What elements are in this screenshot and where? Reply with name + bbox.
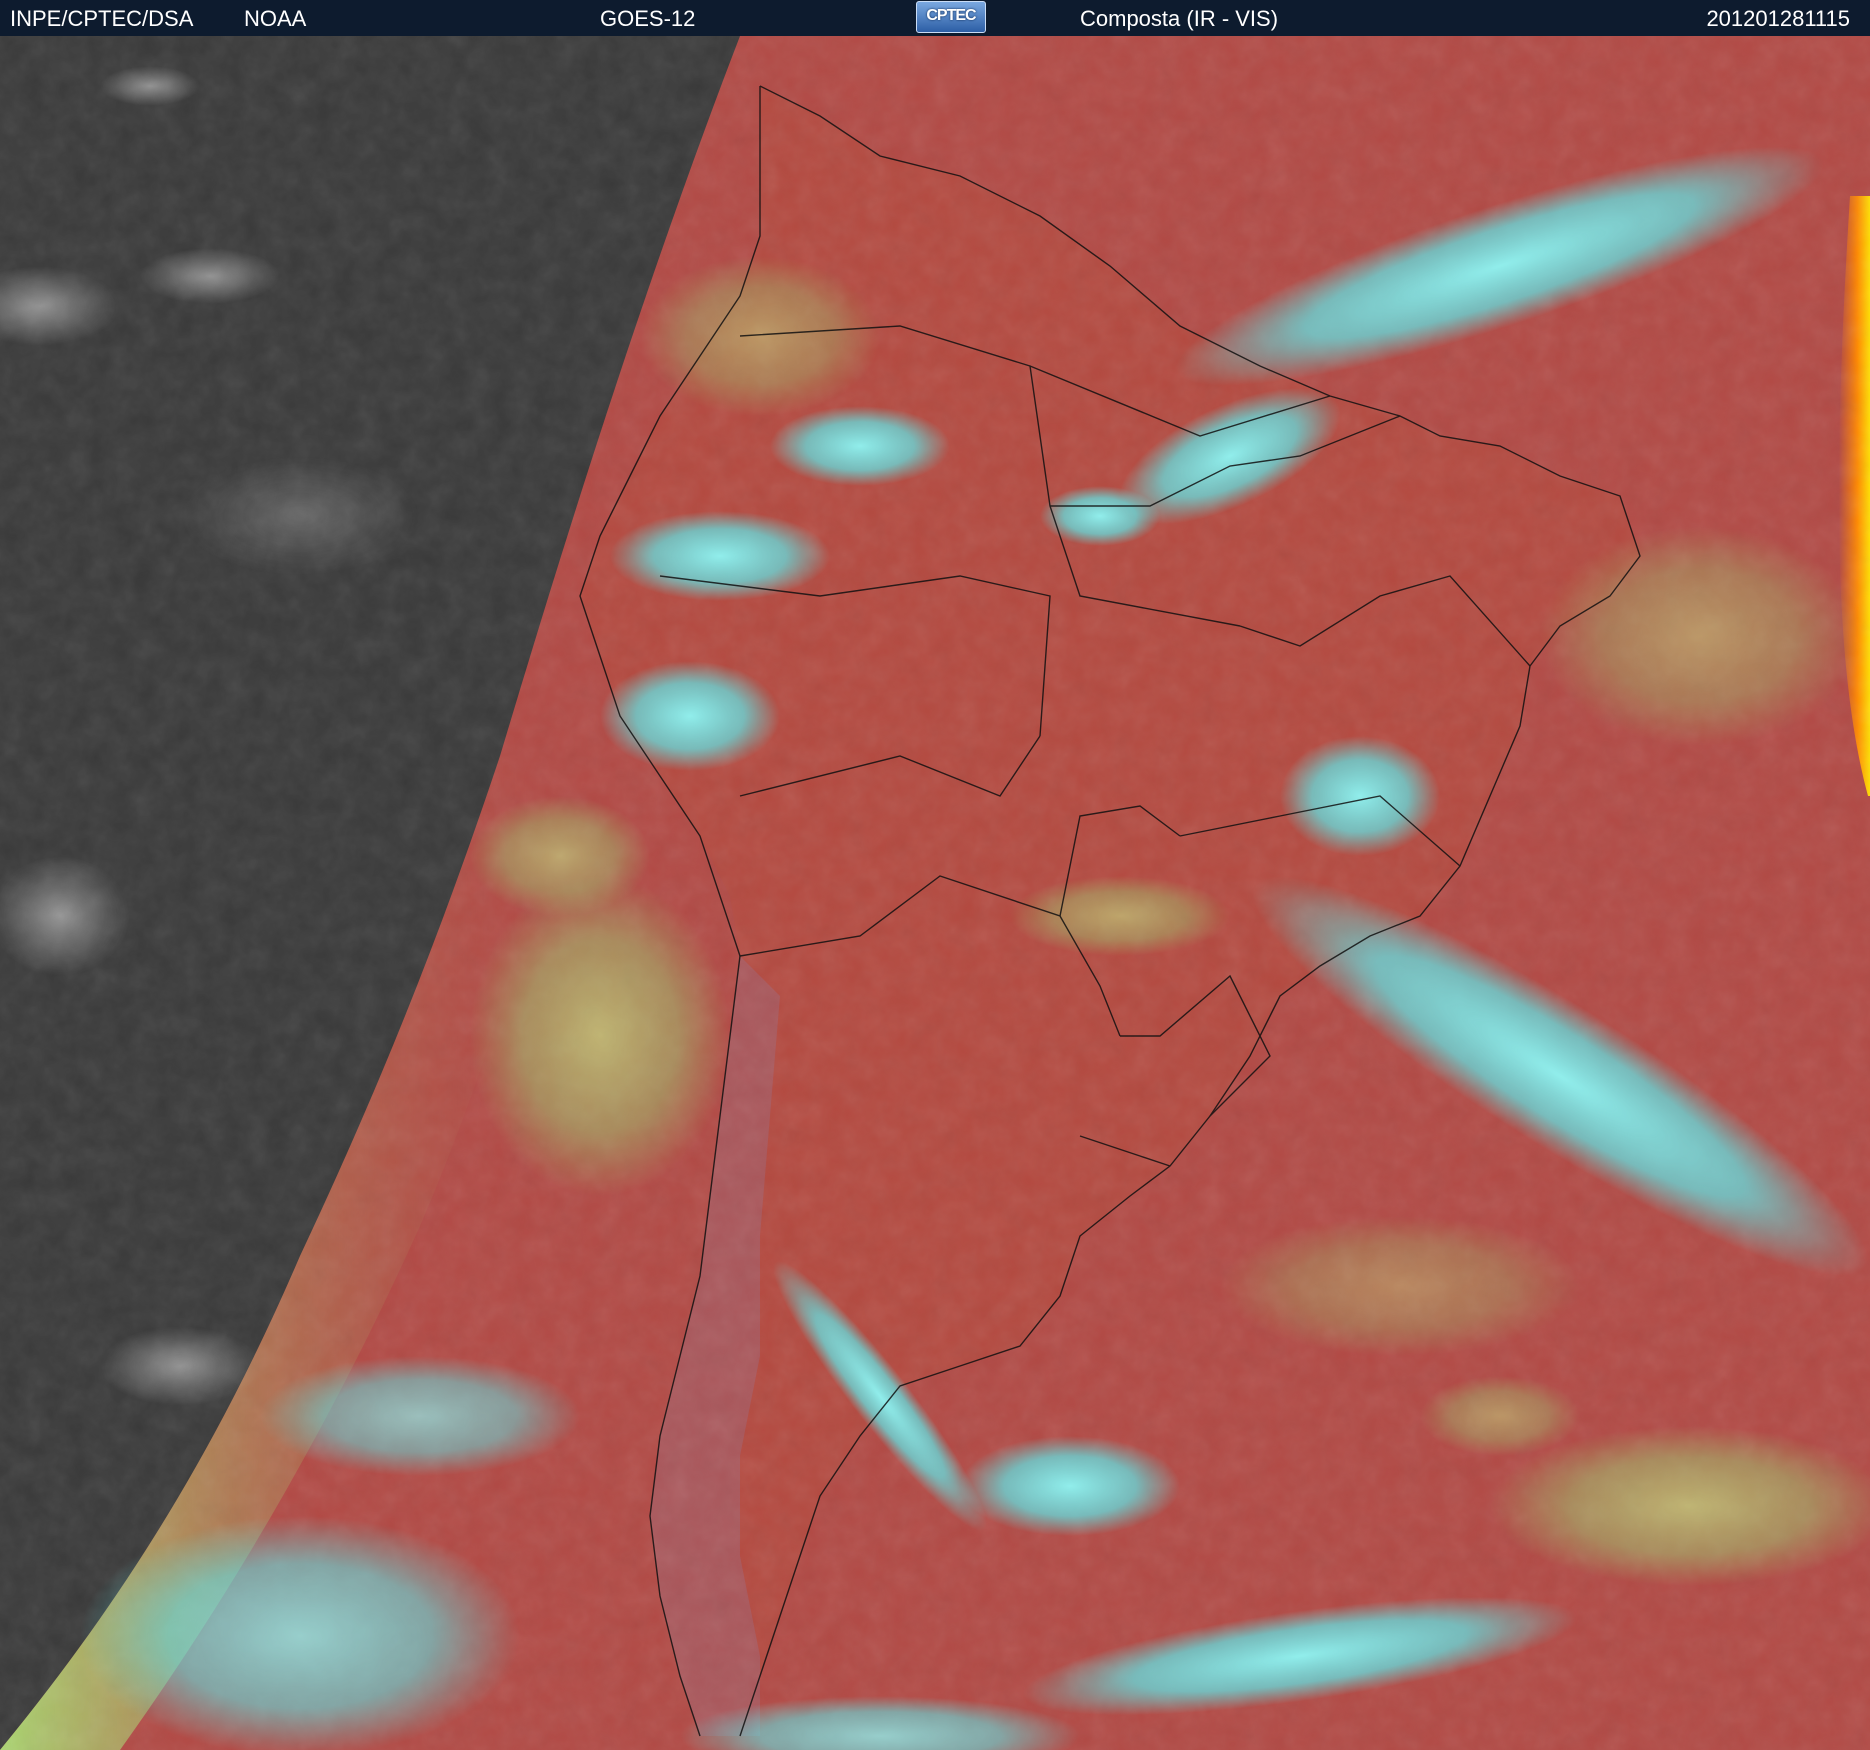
satellite-image-viewer: INPE/CPTEC/DSA NOAA GOES-12 CPTEC Compos…	[0, 0, 1870, 1750]
satellite-label: GOES-12	[600, 6, 696, 31]
satellite-composite-map	[0, 36, 1870, 1750]
cptec-logo: CPTEC	[916, 1, 986, 33]
header-bar: INPE/CPTEC/DSA NOAA GOES-12 CPTEC Compos…	[0, 0, 1870, 37]
agency-label: INPE/CPTEC/DSA	[10, 6, 194, 31]
product-label: Composta (IR - VIS)	[1080, 6, 1279, 31]
cptec-logo-text: CPTEC	[926, 7, 976, 24]
timestamp-label: 201201281115	[1706, 6, 1850, 31]
partner-label: NOAA	[244, 6, 307, 31]
